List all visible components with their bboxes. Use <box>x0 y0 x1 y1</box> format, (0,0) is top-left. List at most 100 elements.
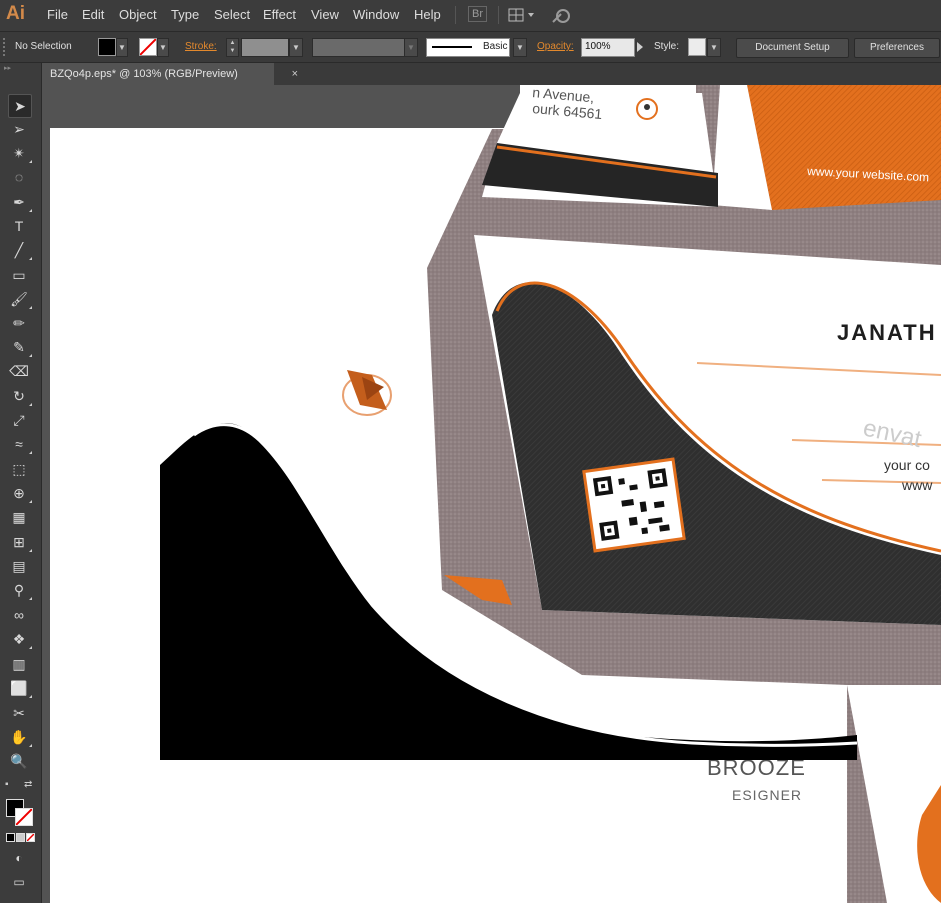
mesh-tool-icon[interactable]: ⊞ <box>8 531 32 553</box>
brand-logo-icon <box>342 370 392 416</box>
zoom-tool-icon[interactable]: 🔍 <box>8 750 30 772</box>
none-mode-icon[interactable] <box>26 833 35 842</box>
stroke-weight-dropdown[interactable]: ▼ <box>289 38 303 57</box>
tool-flyout-indicator <box>29 451 32 454</box>
none-slash-icon <box>27 834 34 841</box>
slice-tool-icon[interactable]: ✂ <box>8 702 30 724</box>
color-mode-icon[interactable] <box>6 833 15 842</box>
free-transform-tool-icon[interactable]: ⬚ <box>8 458 30 480</box>
menu-type[interactable]: Type <box>171 7 199 22</box>
tools-panel: ▸▸ ➤ ➢ ✴ ◌ ✒ T ╱ ▭ 🖌 ✏ ✎ ⌫ ↻ ⤢ ≈ ⬚ ⊕ ▦ ⊞ ▤ ⚲ ∞ ❖ ▥ ⬜ ✂ ✋ 🔍 ▪ ⇄ ◐ ▭ <box>0 63 42 903</box>
close-tab-icon[interactable]: × <box>292 63 298 85</box>
stroke-swatch[interactable] <box>139 38 157 56</box>
menu-view[interactable]: View <box>311 7 339 22</box>
fill-swatch[interactable] <box>98 38 116 56</box>
top-orange-card <box>747 85 941 210</box>
pencil-tool-icon[interactable]: ✏ <box>8 312 30 334</box>
document-tab[interactable]: BZQo4p.eps* @ 103% (RGB/Preview) × <box>42 63 298 85</box>
screen-mode-icon[interactable]: ▭ <box>8 871 30 893</box>
blob-brush-tool-icon[interactable]: ✎ <box>8 336 32 358</box>
opacity-value: 100% <box>585 41 611 52</box>
stroke-color-dropdown[interactable]: ▼ <box>157 38 169 57</box>
menu-object[interactable]: Object <box>119 7 157 22</box>
brush-stroke-preview <box>432 46 472 48</box>
location-pin-dot <box>644 104 650 110</box>
scale-tool-icon[interactable]: ⤢ <box>8 409 30 431</box>
default-colors-icon[interactable]: ▪ <box>5 779 9 790</box>
menu-help[interactable]: Help <box>414 7 441 22</box>
tool-flyout-indicator <box>29 354 32 357</box>
shape-builder-tool-icon[interactable]: ⊕ <box>8 482 32 504</box>
color-mode-buttons <box>6 833 36 843</box>
brush-dropdown[interactable]: ▼ <box>513 38 527 57</box>
brush-definition-field[interactable]: Basic <box>426 38 510 57</box>
brush-label: Basic <box>483 41 508 52</box>
selection-tool-icon[interactable]: ➤ <box>8 94 32 118</box>
stroke-color-box[interactable] <box>15 808 33 826</box>
hand-tool-icon[interactable]: ✋ <box>8 726 32 748</box>
bridge-icon[interactable]: Br <box>468 6 487 22</box>
canvas-area[interactable]: n Avenue, ourk 64561 www.your website.co… <box>42 85 941 903</box>
opacity-label[interactable]: Opacity: <box>537 41 574 52</box>
rectangle-tool-icon[interactable]: ▭ <box>8 264 30 286</box>
menu-edit[interactable]: Edit <box>82 7 104 22</box>
perspective-grid-tool-icon[interactable]: ▦ <box>8 506 30 528</box>
opacity-field[interactable]: 100% <box>581 38 635 57</box>
illustrator-logo: Ai <box>6 3 25 24</box>
stroke-label[interactable]: Stroke: <box>185 41 217 52</box>
tool-flyout-indicator <box>29 403 32 406</box>
pen-tool-icon[interactable]: ✒ <box>8 191 32 213</box>
magic-wand-tool-icon[interactable]: ✴ <box>8 142 32 164</box>
type-tool-icon[interactable]: T <box>8 215 30 237</box>
line-tool-icon[interactable]: ╱ <box>8 239 32 261</box>
style-label: Style: <box>654 41 680 52</box>
draw-mode-icon[interactable]: ◐ <box>8 847 30 869</box>
selection-status: No Selection <box>15 41 72 52</box>
document-setup-button[interactable]: Document Setup <box>736 38 849 58</box>
menu-file[interactable]: File <box>47 7 68 22</box>
symbol-sprayer-tool-icon[interactable]: ❖ <box>8 628 32 650</box>
warp-tool-icon[interactable]: ≈ <box>8 433 32 455</box>
panel-grip-icon[interactable]: ▸▸ <box>4 65 14 72</box>
direct-selection-tool-icon[interactable]: ➢ <box>8 118 30 140</box>
default-fill-stroke-icon[interactable]: ▪ ⇄ <box>5 779 35 793</box>
eraser-tool-icon[interactable]: ⌫ <box>8 360 30 382</box>
paintbrush-tool-icon[interactable]: 🖌 <box>8 288 32 310</box>
stroke-weight-field[interactable] <box>241 38 289 57</box>
card-company: your co <box>884 457 930 473</box>
tool-flyout-indicator <box>29 160 32 163</box>
card-job-title: ESIGNER <box>732 787 802 803</box>
eyedropper-tool-icon[interactable]: ⚲ <box>8 579 32 601</box>
lasso-tool-icon[interactable]: ◌ <box>8 166 30 188</box>
graphic-style-swatch[interactable] <box>688 38 706 56</box>
artwork[interactable]: n Avenue, ourk 64561 www.your website.co… <box>42 85 941 903</box>
none-stroke-icon <box>139 38 157 56</box>
menu-effect[interactable]: Effect <box>263 7 296 22</box>
arrange-documents-icon[interactable] <box>508 8 536 22</box>
variable-width-profile[interactable] <box>312 38 406 57</box>
stroke-weight-stepper[interactable]: ▲ ▼ <box>226 38 239 57</box>
swap-fill-stroke-icon[interactable]: ⇄ <box>24 779 32 790</box>
tool-flyout-indicator <box>29 744 32 747</box>
opacity-slider-arrow[interactable] <box>637 42 643 52</box>
tool-flyout-indicator <box>29 306 32 309</box>
column-graph-tool-icon[interactable]: ▥ <box>8 653 30 675</box>
menu-separator <box>498 6 499 24</box>
none-stroke-icon <box>15 808 33 826</box>
tool-flyout-indicator <box>29 597 32 600</box>
graphic-style-dropdown[interactable]: ▼ <box>707 38 721 57</box>
menu-window[interactable]: Window <box>353 7 399 22</box>
menu-separator <box>455 6 456 24</box>
artboard-tool-icon[interactable]: ⬜ <box>8 677 32 699</box>
variable-width-dropdown[interactable]: ▼ <box>404 38 418 57</box>
fill-dropdown[interactable]: ▼ <box>116 38 128 57</box>
control-bar-grip[interactable] <box>3 38 9 56</box>
menu-select[interactable]: Select <box>214 7 250 22</box>
rotate-tool-icon[interactable]: ↻ <box>8 385 32 407</box>
blend-tool-icon[interactable]: ∞ <box>8 604 30 626</box>
preferences-button[interactable]: Preferences <box>854 38 940 58</box>
gradient-mode-icon[interactable] <box>16 833 25 842</box>
card-name: JANATH <box>837 320 937 345</box>
gpu-sync-icon[interactable] <box>551 6 573 24</box>
gradient-tool-icon[interactable]: ▤ <box>8 555 30 577</box>
